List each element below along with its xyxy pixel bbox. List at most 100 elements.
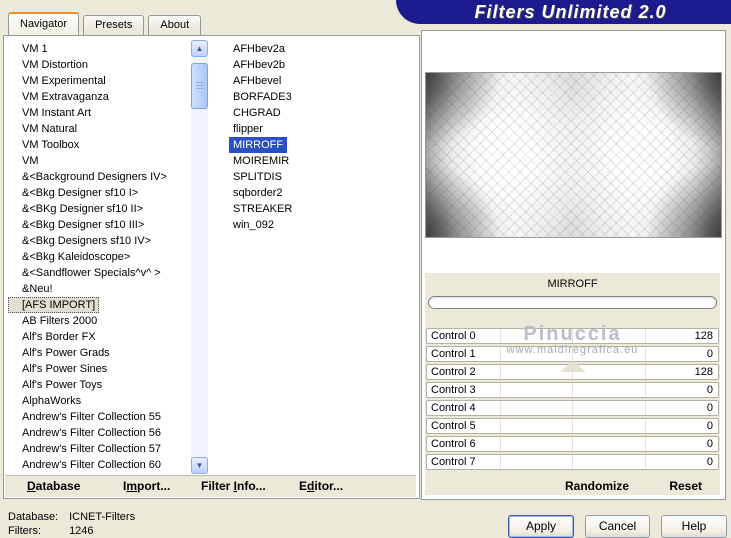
status-filter-count: Filters: 1246 — [8, 525, 94, 537]
window-title: Filters Unlimited 2.0 — [474, 1, 667, 22]
cancel-button[interactable]: Cancel — [585, 515, 650, 538]
control-slider-row[interactable]: Control 5 0 — [426, 418, 719, 434]
category-item[interactable]: &<Bkg Designer sf10 III> — [8, 217, 190, 233]
filters-unlimited-dialog: Filters Unlimited 2.0 Navigator Presets … — [0, 0, 731, 538]
filter-item[interactable]: AFHbev2b — [229, 57, 414, 73]
control-slider-row[interactable]: Control 3 0 — [426, 382, 719, 398]
filter-item[interactable]: CHGRAD — [229, 105, 414, 121]
import-menu-button[interactable]: Import... — [123, 479, 170, 493]
category-list: VM 1 VM Distortion VM Experimental VM Ex… — [8, 41, 190, 473]
category-item[interactable]: &<Sandflower Specials^v^ > — [8, 265, 190, 281]
category-item[interactable]: &<Background Designers IV> — [8, 169, 190, 185]
control-label: Control 0 — [431, 330, 476, 342]
control-value: 0 — [706, 438, 713, 450]
scroll-down-button[interactable]: ▼ — [191, 457, 208, 474]
menu-label-part: E — [299, 479, 308, 493]
control-slider-row[interactable]: Control 7 0 — [426, 454, 719, 470]
menu-label-part: atabase — [35, 479, 81, 493]
category-item[interactable]: VM Natural — [8, 121, 190, 137]
scroll-up-button[interactable]: ▲ — [191, 40, 208, 57]
menu-accel: m — [126, 479, 138, 493]
control-slider-row[interactable]: Control 6 0 — [426, 436, 719, 452]
control-slider-row[interactable]: Control 1 0 — [426, 346, 719, 362]
category-item[interactable]: &Neu! — [8, 281, 190, 297]
category-item[interactable]: &<BKg Designer sf10 II> — [8, 201, 190, 217]
category-item[interactable]: VM Distortion — [8, 57, 190, 73]
control-value: 128 — [694, 366, 713, 378]
status-database: Database: ICNET-Filters — [8, 511, 135, 523]
filter-item[interactable]: AFHbevel — [229, 73, 414, 89]
filter-item[interactable]: win_092 — [229, 217, 414, 233]
filter-item[interactable]: STREAKER — [229, 201, 414, 217]
database-menu-button[interactable]: Database — [27, 479, 80, 493]
down-arrow-icon: ▼ — [195, 460, 204, 470]
reset-button[interactable]: Reset — [669, 479, 702, 493]
control-label: Control 7 — [431, 456, 476, 468]
menu-label-part: nfo... — [237, 479, 266, 493]
help-button[interactable]: Help — [661, 515, 727, 538]
filter-info-menu-button[interactable]: Filter Info... — [201, 479, 266, 493]
tab-about[interactable]: About — [148, 15, 202, 35]
menu-label-part: port... — [137, 479, 171, 493]
control-label: Control 2 — [431, 366, 476, 378]
category-item[interactable]: &<Bkg Kaleidoscope> — [8, 249, 190, 265]
scrollbar-thumb[interactable] — [191, 63, 208, 109]
filter-item[interactable]: flipper — [229, 121, 414, 137]
tab-presets[interactable]: Presets — [83, 15, 145, 35]
control-slider-row[interactable]: Control 0 128 — [426, 328, 719, 344]
filter-item[interactable]: AFHbev2a — [229, 41, 414, 57]
category-item[interactable]: Alf's Power Grads — [8, 345, 190, 361]
category-item[interactable]: VM 1 — [8, 41, 190, 57]
category-item[interactable]: Andrew's Filter Collection 55 — [8, 409, 190, 425]
category-item[interactable]: &<Bkg Designers sf10 IV> — [8, 233, 190, 249]
control-label: Control 1 — [431, 348, 476, 360]
category-item[interactable]: VM Toolbox — [8, 137, 190, 153]
filter-item-selected[interactable]: MIRROFF — [229, 137, 288, 153]
menu-accel: D — [27, 479, 36, 493]
control-slider-row[interactable]: Control 4 0 — [426, 400, 719, 416]
progress-slider[interactable] — [428, 296, 717, 309]
category-scrollbar[interactable]: ▲ ▼ — [191, 40, 208, 474]
tab-navigator[interactable]: Navigator — [8, 12, 80, 35]
up-arrow-icon: ▲ — [195, 43, 204, 53]
tab-bar: Navigator Presets About — [8, 12, 202, 35]
control-value: 0 — [706, 348, 713, 360]
editor-menu-button[interactable]: Editor... — [299, 479, 343, 493]
filter-list: AFHbev2a AFHbev2b AFHbevel BORFADE3 CHGR… — [229, 41, 414, 233]
category-item[interactable]: &<Bkg Designer sf10 I> — [8, 185, 190, 201]
control-slider-row[interactable]: Control 2 128 — [426, 364, 719, 380]
category-item[interactable]: VM Extravaganza — [8, 89, 190, 105]
menu-label-part: Filter — [201, 479, 234, 493]
control-label: Control 5 — [431, 420, 476, 432]
category-item[interactable]: Andrew's Filter Collection 60 — [8, 457, 190, 473]
category-item[interactable]: Andrew's Filter Collection 56 — [8, 425, 190, 441]
menu-label-part: itor... — [314, 479, 344, 493]
filter-item[interactable]: MOIREMIR — [229, 153, 414, 169]
category-item-selected[interactable]: [AFS IMPORT] — [8, 297, 100, 313]
controls-panel: MIRROFF Pinuccia www.maidiregrafica.eu C… — [425, 273, 720, 495]
category-item[interactable]: Andrew's Filter Collection 57 — [8, 441, 190, 457]
status-label: Database: — [8, 511, 59, 523]
control-label: Control 6 — [431, 438, 476, 450]
control-value: 0 — [706, 402, 713, 414]
filter-item[interactable]: BORFADE3 — [229, 89, 414, 105]
status-label: Filters: — [8, 525, 41, 537]
apply-button[interactable]: Apply — [508, 515, 574, 538]
category-item[interactable]: Alf's Power Toys — [8, 377, 190, 393]
category-item[interactable]: Alf's Power Sines — [8, 361, 190, 377]
category-item[interactable]: Alf's Border FX — [8, 329, 190, 345]
selected-filter-name: MIRROFF — [547, 278, 598, 290]
filter-item[interactable]: sqborder2 — [229, 185, 414, 201]
category-item[interactable]: VM — [8, 153, 190, 169]
title-banner: Filters Unlimited 2.0 — [396, 0, 731, 24]
bottom-menu-strip: Database Import... Filter Info... Editor… — [5, 475, 416, 497]
category-item[interactable]: VM Instant Art — [8, 105, 190, 121]
status-value: 1246 — [69, 525, 94, 537]
control-label: Control 4 — [431, 402, 476, 414]
filter-item[interactable]: SPLITDIS — [229, 169, 414, 185]
thumb-grip-icon — [196, 82, 203, 91]
category-item[interactable]: AB Filters 2000 — [8, 313, 190, 329]
category-item[interactable]: AlphaWorks — [8, 393, 190, 409]
category-item[interactable]: VM Experimental — [8, 73, 190, 89]
randomize-button[interactable]: Randomize — [565, 479, 629, 493]
